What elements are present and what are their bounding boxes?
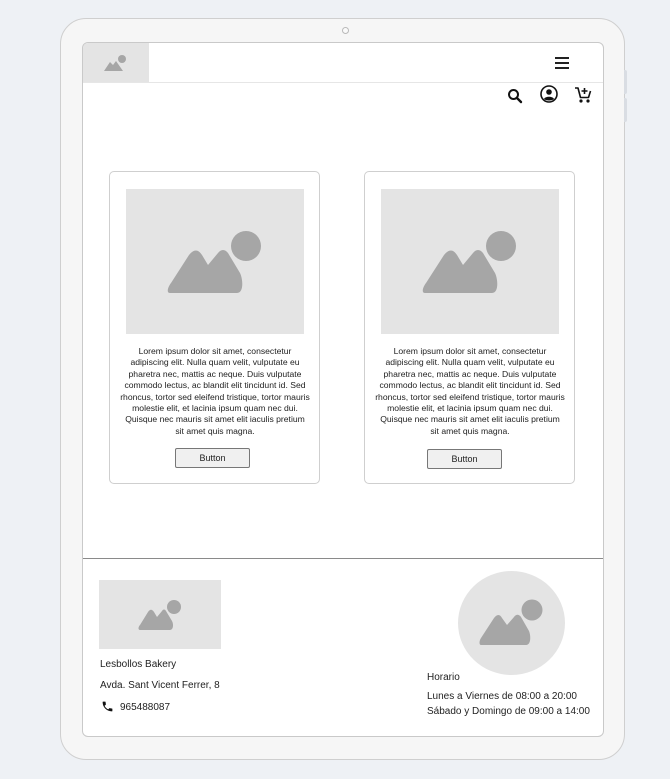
card-description: Lorem ipsum dolor sit amet, consectetur … — [120, 346, 310, 436]
card-image — [381, 189, 559, 334]
account-circle-icon[interactable] — [540, 85, 558, 103]
schedule-title: Horario — [427, 672, 460, 683]
phone-icon — [102, 701, 113, 712]
business-address: Avda. Sant Vicent Ferrer, 8 — [100, 680, 220, 691]
product-card: Lorem ipsum dolor sit amet, consectetur … — [109, 171, 320, 484]
card-button[interactable]: Button — [427, 449, 502, 469]
image-placeholder-icon — [167, 231, 261, 293]
card-button[interactable]: Button — [175, 448, 250, 468]
image-placeholder-icon — [422, 231, 516, 293]
front-camera — [342, 27, 349, 34]
logo[interactable] — [83, 43, 149, 82]
image-placeholder-icon — [138, 600, 181, 630]
image-placeholder-icon — [104, 54, 126, 71]
business-phone[interactable]: 965488087 — [120, 702, 170, 713]
image-placeholder-icon — [479, 599, 543, 645]
tablet-side-button — [624, 98, 627, 122]
business-name: Lesbollos Bakery — [100, 659, 177, 670]
tablet-side-button — [624, 70, 627, 94]
hamburger-menu-icon[interactable] — [555, 57, 569, 69]
search-icon[interactable] — [507, 88, 523, 104]
footer-round-image — [458, 571, 565, 675]
schedule-weekend: Sábado y Domingo de 09:00 a 14:00 — [427, 706, 590, 717]
app-screen: Lorem ipsum dolor sit amet, consectetur … — [82, 42, 604, 737]
card-image — [126, 189, 304, 334]
schedule-weekdays: Lunes a Viernes de 08:00 a 20:00 — [427, 691, 577, 702]
add-to-cart-icon[interactable] — [574, 86, 592, 104]
footer-divider — [83, 558, 603, 559]
footer-image — [99, 580, 221, 649]
card-description: Lorem ipsum dolor sit amet, consectetur … — [375, 346, 565, 436]
header-bar — [83, 43, 603, 83]
product-card: Lorem ipsum dolor sit amet, consectetur … — [364, 171, 575, 484]
